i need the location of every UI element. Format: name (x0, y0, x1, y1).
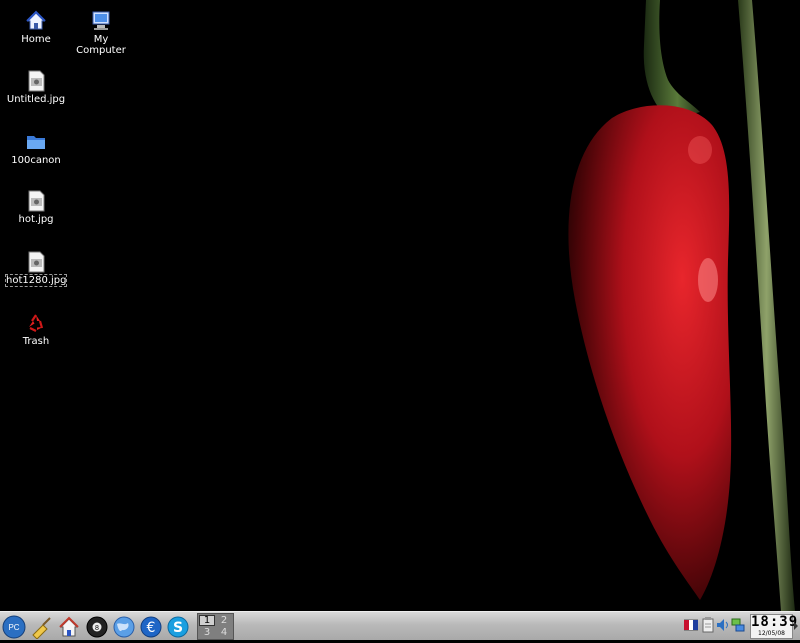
image-file-icon (28, 70, 45, 92)
desktop-icon-my-computer[interactable]: My Computer (71, 10, 131, 56)
volume-icon[interactable] (716, 617, 730, 633)
start-menu-button[interactable]: PC (2, 615, 26, 639)
desktop-icon-label: hot1280.jpg (5, 274, 67, 287)
desktop-icon-label: Trash (22, 336, 50, 347)
more-arrow-icon[interactable] (794, 622, 798, 630)
taskbar: PC 8 € S 1 2 3 4 18:39 12/05/08 (0, 611, 800, 640)
broom-icon (32, 617, 51, 640)
euro-icon: € (140, 616, 162, 638)
trash-icon (29, 314, 44, 332)
launcher-ball-button[interactable]: 8 (85, 615, 109, 639)
desktop-icon-trash[interactable]: Trash (6, 312, 66, 347)
desktop-icon-hot-jpg[interactable]: hot.jpg (6, 190, 66, 225)
pc-start-icon: PC (2, 615, 26, 639)
desktop-wallpaper (0, 0, 800, 611)
desktop-icon-untitled-jpg[interactable]: Untitled.jpg (6, 70, 66, 105)
pager-desktop-1[interactable]: 1 (199, 615, 215, 626)
clock[interactable]: 18:39 12/05/08 (750, 614, 799, 639)
home-icon (59, 616, 79, 637)
ball-icon: 8 (86, 616, 108, 638)
desktop-icon-100canon[interactable]: 100canon (6, 131, 66, 166)
folder-icon (27, 136, 45, 149)
computer-icon (92, 11, 110, 30)
svg-text:€: € (147, 620, 156, 636)
desktop-icon-label: My Computer (76, 34, 126, 56)
launcher-home-button[interactable] (57, 615, 81, 639)
desktop-icon-label: Home (21, 34, 51, 45)
desktop-icon-label: Untitled.jpg (6, 94, 66, 105)
desktop-icon-label: 100canon (11, 155, 61, 166)
desktop-icon-label: hot.jpg (18, 214, 54, 225)
skype-icon: S (167, 616, 189, 638)
pager-desktop-4[interactable]: 4 (216, 627, 232, 638)
clock-date: 12/05/08 (758, 630, 785, 637)
desktop-icon-hot1280-jpg[interactable]: hot1280.jpg (5, 251, 67, 287)
pager-desktop-2[interactable]: 2 (216, 615, 232, 626)
desktop-pager: 1 2 3 4 (197, 613, 234, 640)
desktop-icon-home[interactable]: Home (6, 10, 66, 45)
launcher-cleanup-button[interactable] (29, 615, 53, 640)
image-file-icon (28, 251, 45, 273)
svg-text:8: 8 (95, 625, 99, 632)
home-folder-icon (26, 10, 46, 30)
globe-icon (113, 616, 135, 638)
launcher-finance-button[interactable]: € (139, 615, 163, 639)
start-label: PC (8, 623, 19, 632)
svg-text:S: S (173, 620, 183, 636)
launcher-browser-button[interactable] (112, 615, 136, 639)
clock-time: 18:39 (751, 614, 799, 630)
network-icon[interactable] (731, 617, 745, 633)
launcher-skype-button[interactable]: S (166, 615, 190, 639)
pager-desktop-3[interactable]: 3 (199, 627, 215, 638)
clipboard-icon[interactable] (701, 617, 715, 633)
image-file-icon (28, 190, 45, 212)
keyboard-layout-icon[interactable] (684, 617, 698, 633)
